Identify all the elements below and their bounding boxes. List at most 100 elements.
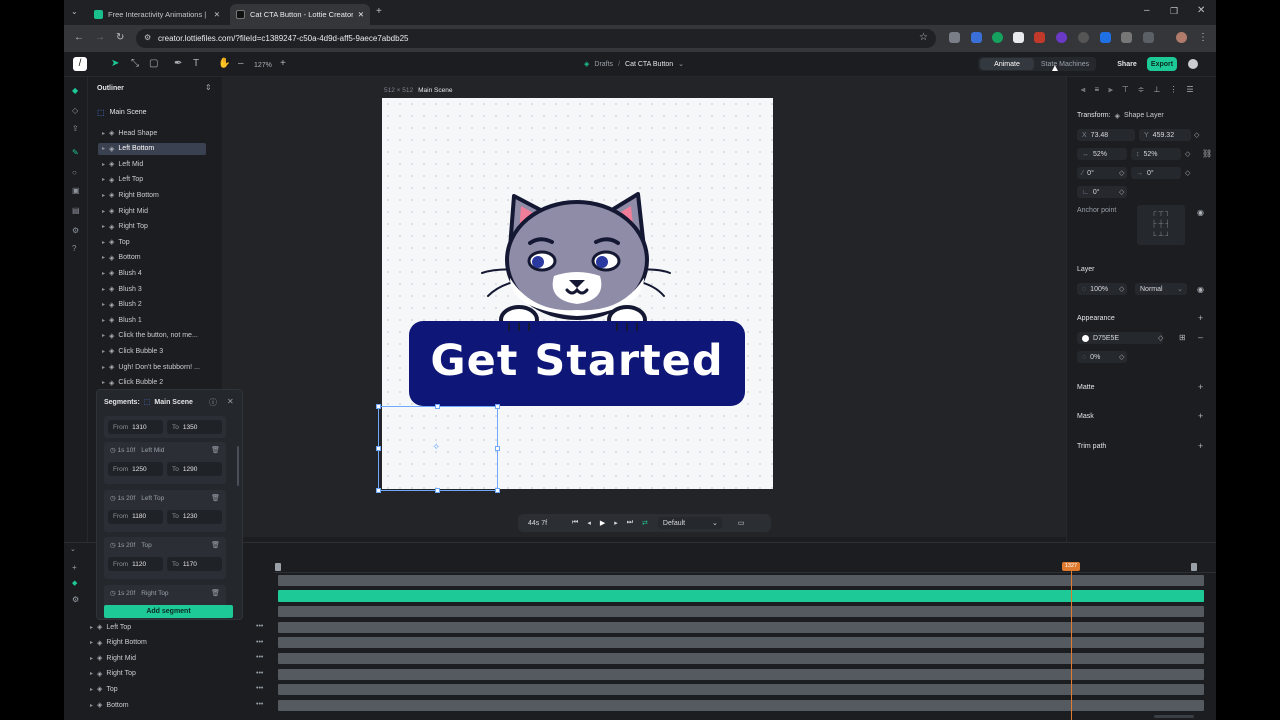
expand-caret-icon[interactable]: ▸ bbox=[102, 192, 105, 199]
layer-options-icon[interactable]: ••• bbox=[256, 639, 263, 646]
eye-icon[interactable]: ◉ bbox=[1197, 208, 1204, 217]
outliner-layer-item[interactable]: ▸ ◈ Ugh! Don't be stubborn! ... bbox=[98, 361, 206, 373]
distribute-icon[interactable]: ⋮ bbox=[1169, 85, 1177, 95]
breadcrumb-file[interactable]: Cat CTA Button bbox=[625, 61, 673, 68]
outliner-layer-item[interactable]: ▸ ◈ Head Shape bbox=[98, 127, 206, 139]
scene-row[interactable]: ⬚ Main Scene bbox=[97, 108, 147, 117]
align-right-icon[interactable]: ⫸ bbox=[1108, 85, 1113, 95]
selection-handle-top-mid[interactable] bbox=[435, 404, 440, 409]
selection-handle-top-left[interactable] bbox=[376, 404, 381, 409]
extension-icon[interactable] bbox=[949, 32, 960, 43]
fill-color-field[interactable]: D75E5E bbox=[1077, 332, 1163, 344]
align-bottom-icon[interactable]: ⊥ bbox=[1153, 85, 1160, 95]
align-left-icon[interactable]: ⫷ bbox=[1081, 85, 1086, 95]
skew-axis-field[interactable]: → 0° bbox=[1131, 167, 1181, 179]
timeline-track[interactable] bbox=[278, 653, 1204, 664]
position-keyframe-icon[interactable]: ◇ bbox=[1194, 131, 1199, 140]
breadcrumb-drafts[interactable]: Drafts bbox=[594, 61, 613, 68]
timeline-track[interactable] bbox=[278, 606, 1204, 618]
timeline-track[interactable] bbox=[278, 637, 1204, 649]
site-info-icon[interactable]: ⚙ bbox=[144, 33, 151, 42]
layer-options-icon[interactable]: ••• bbox=[256, 654, 263, 661]
expand-caret-icon[interactable]: ▸ bbox=[102, 161, 105, 168]
animate-mode-button[interactable]: Animate bbox=[980, 58, 1034, 70]
expand-caret-icon[interactable]: ▸ bbox=[102, 145, 105, 152]
add-mask-icon[interactable]: + bbox=[1198, 412, 1203, 421]
layer-options-icon[interactable]: ••• bbox=[256, 685, 263, 692]
outliner-layer-item[interactable]: ▸ ◈ Right Mid bbox=[98, 205, 206, 217]
expand-caret-icon[interactable]: ▸ bbox=[90, 655, 93, 662]
segment-to-input[interactable]: To 1170 bbox=[167, 557, 222, 571]
outliner-layer-item[interactable]: ▸ ◈ Click the button, not me... bbox=[98, 330, 206, 342]
fill-keyframe-icon[interactable]: ◇ bbox=[1158, 334, 1163, 343]
blend-mode-select[interactable]: Normal ⌄ bbox=[1135, 283, 1187, 295]
timeline-add-icon[interactable]: + bbox=[72, 563, 77, 572]
expand-caret-icon[interactable]: ▸ bbox=[102, 364, 105, 371]
close-tab-icon[interactable]: ✕ bbox=[214, 10, 220, 19]
scale-tool-icon[interactable]: ⤡ bbox=[131, 58, 139, 70]
expand-caret-icon[interactable]: ▸ bbox=[102, 286, 105, 293]
shape-tool-icon[interactable]: ▢ bbox=[149, 58, 158, 70]
segment-to-input[interactable]: To 1230 bbox=[167, 509, 222, 524]
close-tab-icon[interactable]: ✕ bbox=[358, 10, 364, 19]
extension-icon[interactable] bbox=[1121, 32, 1132, 43]
lock-ratio-icon[interactable]: ⛓ bbox=[1202, 149, 1212, 158]
browser-tab-interactivity[interactable]: Free Interactivity Animations | L ✕ bbox=[88, 4, 226, 25]
layer-options-icon[interactable]: ••• bbox=[256, 623, 263, 630]
extensions-puzzle-icon[interactable] bbox=[1143, 32, 1154, 43]
outliner-layer-item[interactable]: ▸ ◈ Click Bubble 2 bbox=[98, 377, 206, 389]
expand-caret-icon[interactable]: ▸ bbox=[102, 176, 105, 183]
extension-new-badge-icon[interactable] bbox=[1034, 32, 1045, 43]
segment-card-current[interactable]: From 1310 To 1350 bbox=[104, 416, 226, 438]
layers-icon[interactable]: ◆ bbox=[72, 87, 80, 95]
timeline-track[interactable] bbox=[278, 668, 1204, 680]
grammarly-extension-icon[interactable] bbox=[992, 32, 1003, 43]
extension-icon[interactable] bbox=[1056, 32, 1067, 43]
segment-from-input[interactable]: From 1120 bbox=[108, 557, 163, 571]
expand-caret-icon[interactable]: ▸ bbox=[102, 379, 105, 386]
timeline-layer-label[interactable]: ▸ ◈ Left Top bbox=[90, 623, 131, 632]
remove-fill-icon[interactable]: – bbox=[1198, 333, 1203, 342]
expand-caret-icon[interactable]: ▸ bbox=[102, 317, 105, 324]
add-appearance-icon[interactable]: + bbox=[1198, 314, 1203, 323]
help-icon[interactable]: ? bbox=[72, 245, 80, 253]
trash-icon[interactable]: 🗑 bbox=[211, 589, 220, 597]
outliner-layer-item[interactable]: ▸ ◈ Click Bubble 3 bbox=[98, 345, 206, 357]
pen-icon[interactable]: ✎ bbox=[72, 149, 80, 157]
prev-frame-icon[interactable]: ◂ bbox=[587, 519, 591, 527]
trash-icon[interactable]: 🗑 bbox=[211, 541, 220, 549]
expand-caret-icon[interactable]: ▸ bbox=[102, 348, 105, 355]
selection-handle-mid-left[interactable] bbox=[376, 446, 381, 451]
add-segment-button[interactable]: Add segment bbox=[104, 605, 233, 618]
selection-handle-bottom-mid[interactable] bbox=[435, 488, 440, 493]
chevron-down-icon[interactable]: ⌄ bbox=[678, 60, 684, 68]
back-icon[interactable]: ← bbox=[74, 33, 84, 43]
outliner-layer-item[interactable]: ▸ ◈ Right Bottom bbox=[98, 189, 206, 201]
rotation-keyframe-icon[interactable]: ◇ bbox=[1119, 188, 1124, 197]
expand-caret-icon[interactable]: ▸ bbox=[90, 670, 93, 677]
anchor-point-icon[interactable]: ✧ bbox=[432, 442, 440, 453]
close-icon[interactable]: ✕ bbox=[227, 397, 234, 406]
new-tab-icon[interactable]: + bbox=[376, 7, 382, 17]
layer-visibility-eye-icon[interactable]: ◉ bbox=[1197, 285, 1204, 294]
align-center-h-icon[interactable]: ≡ bbox=[1095, 85, 1100, 95]
share-button[interactable]: Share bbox=[1112, 57, 1142, 71]
close-window-icon[interactable]: ✕ bbox=[1197, 6, 1205, 16]
extension-icon[interactable] bbox=[971, 32, 982, 43]
outliner-layer-item[interactable]: ▸ ◈ Blush 4 bbox=[98, 267, 206, 279]
export-button[interactable]: Export bbox=[1147, 57, 1177, 71]
skew-axis-keyframe-icon[interactable]: ◇ bbox=[1185, 169, 1190, 178]
expand-caret-icon[interactable]: ▸ bbox=[102, 270, 105, 277]
extension-icon[interactable] bbox=[1013, 32, 1024, 43]
add-matte-icon[interactable]: + bbox=[1198, 383, 1203, 392]
info-icon[interactable]: ⓘ bbox=[209, 397, 217, 408]
segment-from-input[interactable]: From 1250 bbox=[108, 462, 163, 476]
timeline-layers-icon[interactable]: ◆ bbox=[72, 579, 77, 587]
extension-icon[interactable] bbox=[1078, 32, 1089, 43]
lottie-logo-icon[interactable]: / bbox=[73, 57, 87, 71]
more-align-icon[interactable]: ☰ bbox=[1186, 85, 1193, 95]
shapes-icon[interactable]: ○ bbox=[72, 169, 80, 177]
fill-swatch[interactable] bbox=[1082, 334, 1089, 342]
tab-search-icon[interactable]: ⌄ bbox=[71, 7, 78, 17]
outliner-layer-item[interactable]: ▸ ◈ Left Top bbox=[98, 174, 206, 186]
